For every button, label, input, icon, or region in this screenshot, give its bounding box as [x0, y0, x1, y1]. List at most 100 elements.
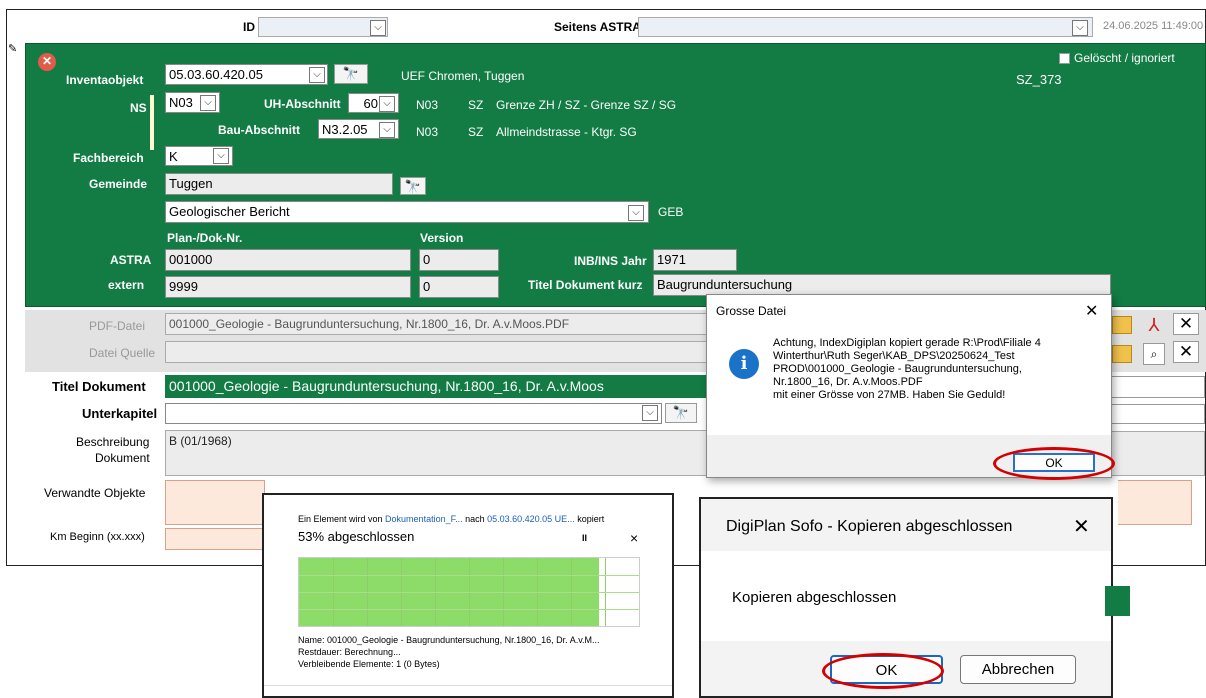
seitens-astra-field[interactable]	[638, 17, 1093, 37]
copy-remaining: Verbleibende Elemente: 1 (0 Bytes)	[298, 659, 440, 669]
chevron-down-icon[interactable]: ⌵	[379, 96, 395, 112]
geloescht-checkbox[interactable]	[1059, 53, 1070, 64]
binoculars-icon[interactable]: 🔭	[665, 403, 697, 423]
chevron-down-icon[interactable]: ⌵	[370, 20, 386, 36]
titel-dokument-field[interactable]: 001000_Geologie - Baugrunduntersuchung, …	[165, 375, 710, 398]
inb-jahr-field[interactable]: 1971	[653, 249, 737, 271]
close-icon[interactable]: ✕	[1173, 341, 1199, 363]
bau-n-code: N03	[416, 125, 439, 139]
dialog-title: DigiPlan Sofo - Kopieren abgeschlossen	[726, 518, 1013, 535]
verwandte-objekte-field-extension[interactable]	[1118, 480, 1192, 525]
message-line: Achtung, IndexDigiplan kopiert gerade R:…	[773, 337, 1041, 349]
bau-description: Allmeindstrasse - Ktgr. SG	[496, 125, 637, 139]
unterkapitel-label: Unterkapitel	[82, 406, 158, 421]
highlight-ring	[993, 447, 1115, 480]
chevron-down-icon[interactable]: ⌵	[213, 148, 229, 164]
close-icon[interactable]: ✕	[1173, 313, 1199, 335]
chevron-down-icon[interactable]: ⌵	[379, 122, 395, 138]
copy-text-c: kopiert	[574, 514, 605, 524]
unterkapitel-select[interactable]	[165, 403, 662, 424]
chevron-down-icon[interactable]: ⌵	[642, 405, 658, 421]
highlight-ring	[822, 653, 944, 689]
inb-jahr-label: INB/INS Jahr	[574, 254, 647, 268]
plan-dok-nr-header: Plan-/Dok-Nr.	[167, 231, 243, 245]
copy-file-name: Name: 001000_Geologie - Baugrunduntersuc…	[298, 635, 600, 645]
beschreibung-label: Beschreibung	[76, 435, 150, 449]
uh-abschnitt-label: UH-Abschnitt	[264, 97, 341, 111]
titel-dokument-label: Titel Dokument	[52, 379, 146, 394]
extern-version-field[interactable]: 0	[419, 276, 499, 298]
folder-icon[interactable]	[1112, 345, 1132, 363]
pdf-icon[interactable]: ⅄	[1143, 314, 1165, 336]
copy-destination-link[interactable]: 05.03.60.420.05 UE...	[487, 514, 575, 524]
copy-text-a: Ein Element wird von	[298, 514, 386, 524]
astra-version-field[interactable]: 0	[419, 249, 499, 271]
ns-label: NS	[130, 101, 147, 115]
progress-grid-line	[299, 592, 639, 593]
close-icon[interactable]: ✕	[38, 53, 56, 71]
titel-kurz-field[interactable]: Baugrunduntersuchung	[653, 274, 1111, 296]
timestamp: 24.06.2025 11:49:00	[1103, 20, 1204, 32]
km-beginn-field[interactable]	[165, 528, 265, 550]
uh-sz-code: SZ	[468, 98, 484, 112]
edit-pencil-icon: ✎	[8, 43, 18, 55]
gemeinde-field[interactable]: Tuggen	[165, 173, 393, 195]
pdf-datei-field[interactable]: 001000_Geologie - Baugrunduntersuchung, …	[165, 313, 710, 335]
copy-text-b: nach	[462, 514, 488, 524]
sz-code: SZ_373	[1016, 72, 1062, 87]
pause-icon[interactable]: II	[582, 533, 587, 543]
dokumenttyp-select[interactable]: Geologischer Bericht	[165, 201, 649, 223]
binoculars-icon[interactable]: 🔭	[400, 177, 426, 195]
astra-label: ASTRA	[110, 253, 152, 267]
dialog-message: Kopieren abgeschlossen	[732, 589, 897, 606]
version-header: Version	[420, 231, 464, 245]
chevron-down-icon[interactable]: ⌵	[200, 95, 216, 111]
verwandte-objekte-field[interactable]	[165, 480, 265, 525]
copy-source-link[interactable]: Dokumentation_F...	[385, 514, 463, 524]
cancel-button[interactable]: Abbrechen	[960, 655, 1076, 684]
bau-abschnitt-label: Bau-Abschnitt	[218, 123, 300, 137]
close-icon[interactable]: ×	[630, 530, 638, 546]
message-line: Winterthur\Ruth Seger\KAB_DPS\20250624_T…	[773, 350, 1015, 362]
progress-grid-line	[299, 575, 639, 576]
inventaobjekt-description: UEF Chromen, Tuggen	[401, 69, 525, 83]
chevron-down-icon[interactable]: ⌵	[1072, 20, 1088, 36]
fachbereich-label: Fachbereich	[73, 151, 144, 165]
uh-description: Grenze ZH / SZ - Grenze SZ / SG	[496, 98, 677, 112]
bau-sz-code: SZ	[468, 125, 484, 139]
verwandte-objekte-label: Verwandte Objekte	[44, 486, 146, 500]
message-line: mit einer Grösse von 27MB. Haben Sie Ged…	[773, 389, 1006, 401]
id-field[interactable]	[258, 17, 388, 37]
dialog-title: Grosse Datei	[716, 304, 787, 318]
copy-description: Ein Element wird von Dokumentation_F... …	[298, 514, 604, 524]
binoculars-icon[interactable]: 🔭	[334, 64, 368, 84]
beschreibung-field[interactable]: B (01/1968)	[165, 430, 710, 476]
extern-plan-field[interactable]: 9999	[165, 276, 411, 298]
progress-grid-line	[299, 609, 639, 610]
folder-icon[interactable]	[1112, 316, 1132, 334]
extern-label: extern	[108, 278, 145, 292]
copy-progress-dialog: Ein Element wird von Dokumentation_F... …	[262, 493, 674, 698]
close-icon[interactable]: ✕	[1085, 301, 1098, 321]
beschreibung-label-2: Dokument	[95, 451, 150, 465]
astra-plan-field[interactable]: 001000	[165, 249, 411, 271]
preview-icon[interactable]: ⌕	[1143, 343, 1165, 365]
datei-quelle-field[interactable]	[165, 341, 710, 363]
dialog-message: Achtung, IndexDigiplan kopiert gerade R:…	[773, 337, 1041, 402]
chevron-down-icon[interactable]: ⌵	[628, 205, 644, 221]
beschreibung-field-extension[interactable]	[1100, 431, 1205, 476]
dokumenttyp-code: GEB	[658, 205, 684, 219]
id-label: ID	[243, 20, 255, 34]
progress-status: 53% abgeschlossen	[298, 529, 415, 544]
unterkapitel-field-extension[interactable]	[1110, 404, 1205, 424]
message-line: Nr.1800_16, Dr. A.v.Moos.PDF	[773, 376, 923, 388]
seitens-astra-label: Seitens ASTRA	[554, 20, 641, 34]
pdf-datei-label: PDF-Datei	[89, 319, 146, 333]
progress-graph	[298, 557, 640, 627]
titel-dokument-field-extension[interactable]	[1110, 376, 1205, 398]
close-icon[interactable]: ✕	[1073, 514, 1090, 539]
inventaobjekt-select[interactable]: 05.03.60.420.05	[165, 64, 328, 85]
info-icon: i	[729, 349, 759, 379]
chevron-down-icon[interactable]: ⌵	[309, 67, 325, 83]
gemeinde-label: Gemeinde	[89, 177, 148, 191]
